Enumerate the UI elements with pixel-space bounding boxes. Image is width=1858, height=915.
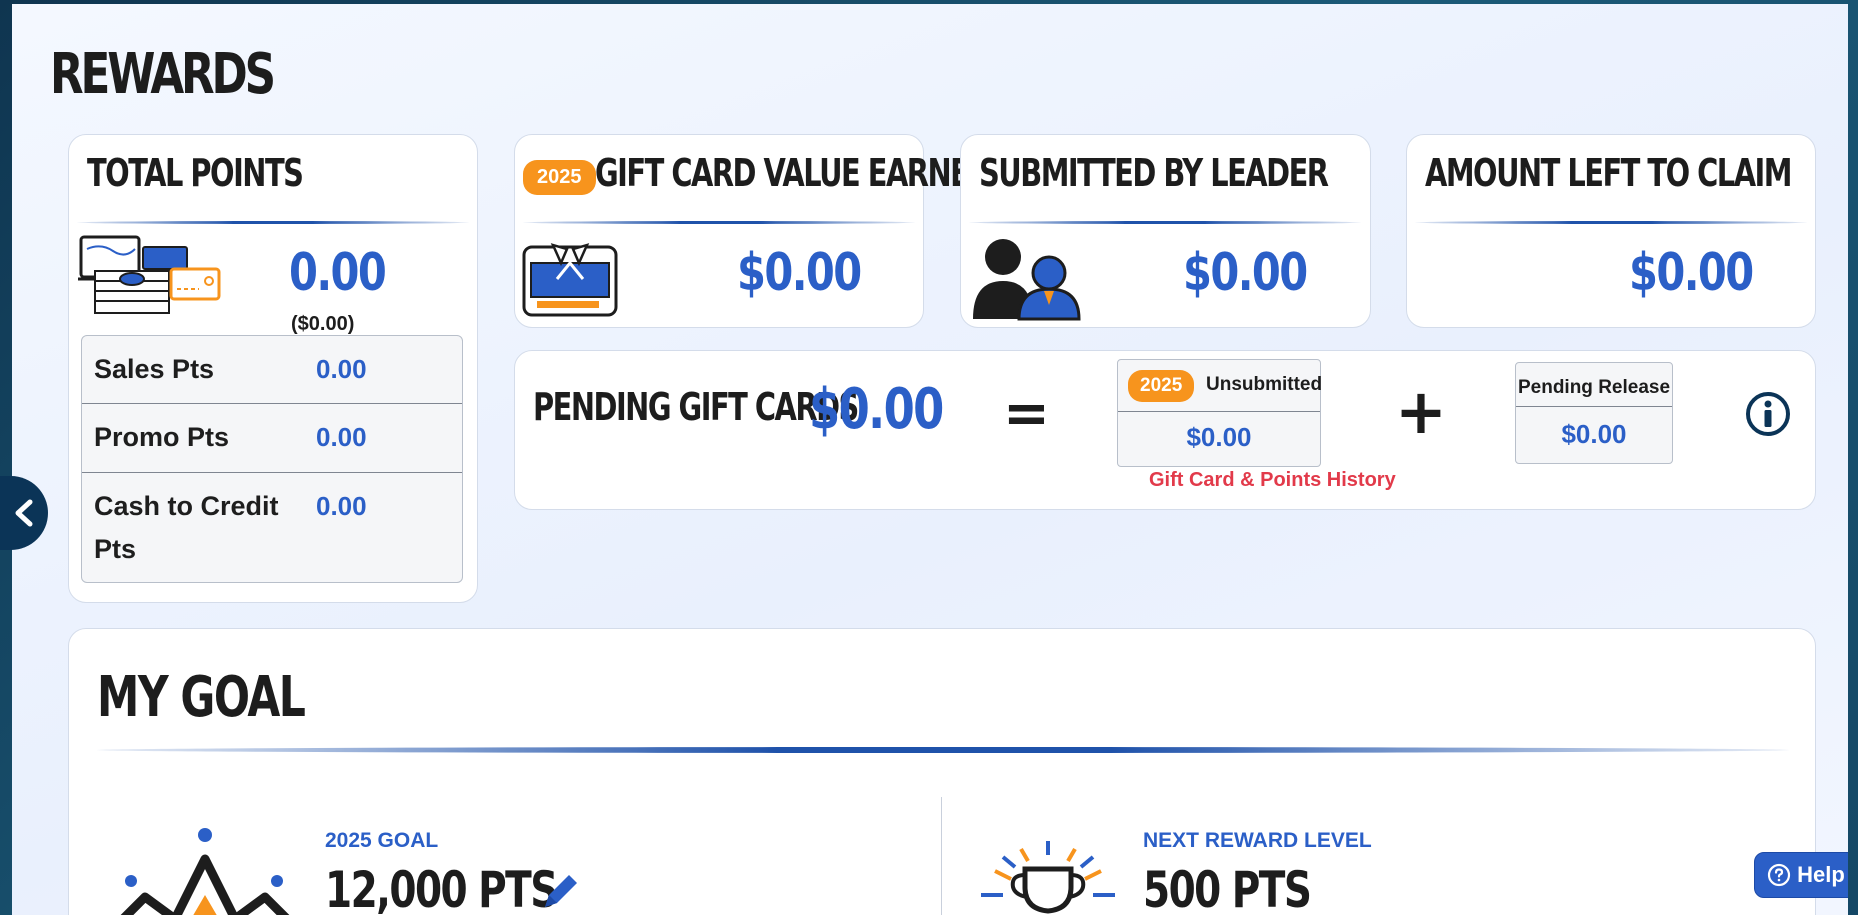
gift-card-earned-value: $0.00 <box>737 243 862 303</box>
cash-credit-label-line1: Cash to Credit <box>94 491 279 521</box>
sales-pts-label: Sales Pts <box>94 354 215 384</box>
card-divider <box>97 747 1789 753</box>
help-label: Help <box>1797 862 1845 887</box>
year-goal-value: 12,000 PTS <box>325 861 558 915</box>
gift-card-history-link[interactable]: Gift Card & Points History <box>1149 469 1396 492</box>
cash-credit-value: 0.00 <box>316 491 367 521</box>
unsubmitted-label: Unsubmitted <box>1206 374 1323 395</box>
card-divider <box>77 221 469 224</box>
total-points-value: 0.00 <box>289 243 387 303</box>
submitted-by-leader-title: SUBMITTED BY LEADER <box>979 151 1329 195</box>
unsubmitted-value: $0.00 <box>1186 422 1252 452</box>
submitted-by-leader-value: $0.00 <box>1183 243 1308 303</box>
equals-sign: = <box>1003 381 1050 446</box>
my-goal-card: MY GOAL 2025 GOAL 12,000 PTS NEXT REWARD… <box>68 628 1816 915</box>
sales-pts-value: 0.00 <box>316 354 367 384</box>
next-level-value: 500 PTS <box>1143 861 1312 915</box>
cash-credit-label-line2: Pts <box>94 534 137 564</box>
crown-icon <box>105 825 305 915</box>
page-title: REWARDS <box>50 42 276 107</box>
section-divider <box>941 797 942 915</box>
help-button[interactable]: Help <box>1754 852 1848 898</box>
card-divider <box>969 221 1361 224</box>
question-circle-icon <box>1767 863 1791 887</box>
card-divider <box>1415 221 1807 224</box>
rewards-panel: REWARDS TOTAL POINTS 0.00 ($0.00) Sales … <box>12 4 1848 915</box>
total-points-card: TOTAL POINTS 0.00 ($0.00) Sales Pts 0.00… <box>68 134 478 603</box>
amount-left-card: AMOUNT LEFT TO CLAIM $0.00 <box>1406 134 1816 328</box>
trophy-icon <box>973 835 1123 915</box>
next-level-label: NEXT REWARD LEVEL <box>1143 829 1372 852</box>
unsubmitted-header: 2025 Unsubmitted <box>1118 360 1323 412</box>
gift-card-earned-card: 2025 GIFT CARD VALUE EARNED $0.00 <box>514 134 992 328</box>
table-row-sales: Sales Pts 0.00 <box>82 336 462 404</box>
year-badge: 2025 <box>1128 370 1195 402</box>
year-badge: 2025 <box>523 160 596 195</box>
promo-pts-label: Promo Pts <box>94 422 230 452</box>
chevron-left-icon <box>12 498 36 528</box>
gift-card-icon <box>521 235 621 319</box>
my-goal-title: MY GOAL <box>97 665 306 730</box>
pending-release-header: Pending Release <box>1516 363 1672 407</box>
points-breakdown-table: Sales Pts 0.00 Promo Pts 0.00 Cash to Cr… <box>81 335 463 583</box>
total-points-dollar: ($0.00) <box>291 313 355 335</box>
amount-left-value: $0.00 <box>1629 243 1754 303</box>
pending-gift-cards-card: PENDING GIFT CARDS $0.00 = 2025 Unsubmit… <box>514 350 1816 510</box>
unsubmitted-box: 2025 Unsubmitted $0.00 <box>1117 359 1323 467</box>
amount-left-title: AMOUNT LEFT TO CLAIM <box>1425 151 1792 195</box>
table-row-promo: Promo Pts 0.00 <box>82 404 462 473</box>
total-points-title: TOTAL POINTS <box>87 151 304 195</box>
pending-gift-cards-value: $0.00 <box>809 377 944 442</box>
pending-release-label: Pending Release <box>1517 377 1671 398</box>
cash-stack-icon <box>77 235 221 315</box>
pencil-icon[interactable] <box>539 873 579 913</box>
pending-release-value: $0.00 <box>1561 419 1627 449</box>
year-goal-label: 2025 GOAL <box>325 829 439 852</box>
gift-card-earned-title: GIFT CARD VALUE EARNED <box>595 151 992 195</box>
info-icon[interactable] <box>1745 391 1791 437</box>
table-row-cash-credit: Cash to Credit Pts 0.00 <box>82 473 462 582</box>
submitted-by-leader-card: SUBMITTED BY LEADER $0.00 <box>960 134 1371 328</box>
pending-release-box: Pending Release $0.00 <box>1515 362 1673 464</box>
plus-sign: + <box>1395 375 1447 448</box>
card-divider <box>523 221 915 224</box>
promo-pts-value: 0.00 <box>316 422 367 452</box>
leader-users-icon <box>969 235 1085 321</box>
